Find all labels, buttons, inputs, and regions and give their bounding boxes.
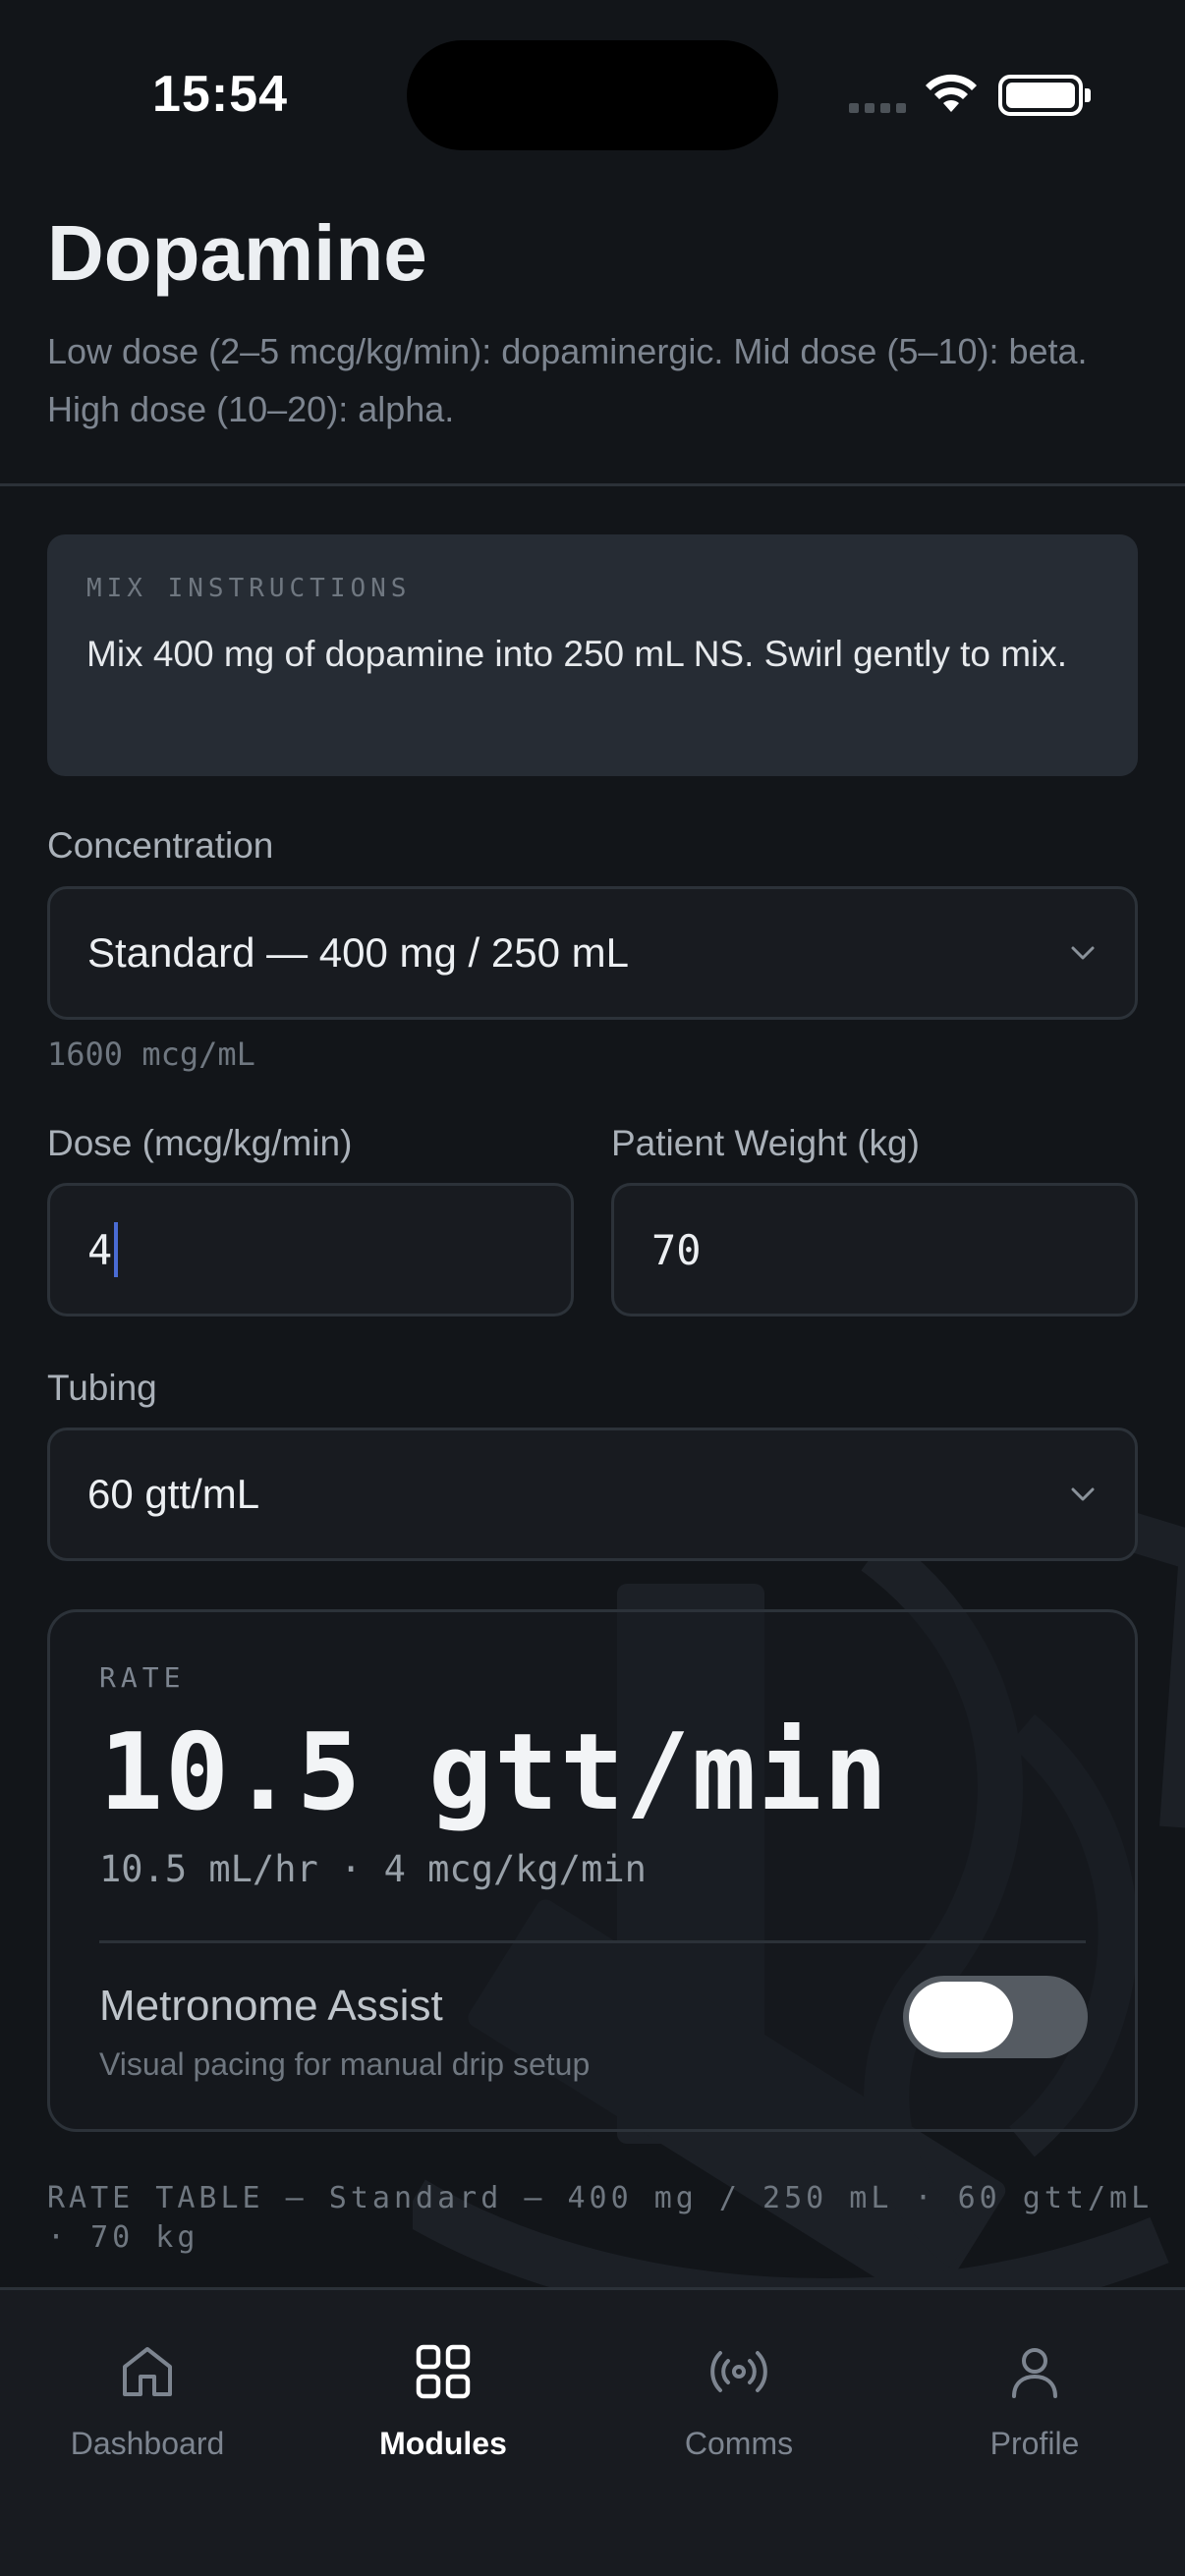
bottom-navigation: Dashboard Modules Comms Profile (0, 2287, 1185, 2576)
header-divider (0, 483, 1185, 486)
weight-input[interactable]: 70 (611, 1183, 1138, 1316)
broadcast-icon (710, 2351, 767, 2392)
home-icon (123, 2347, 172, 2396)
page-subtitle: Low dose (2–5 mcg/kg/min): dopaminergic.… (47, 331, 1088, 429)
nav-label-dashboard: Dashboard (70, 2426, 225, 2461)
battery-icon (998, 75, 1091, 116)
concentration-select[interactable]: Standard — 400 mg / 250 mL (47, 886, 1138, 1020)
tubing-select[interactable]: 60 gtt/mL (47, 1428, 1138, 1561)
chevron-down-icon (1071, 946, 1095, 960)
grid-icon (416, 2344, 471, 2399)
cellular-signal-icon (849, 103, 906, 113)
page-title: Dopamine (47, 209, 427, 297)
dose-input[interactable]: 4 (47, 1183, 574, 1316)
nav-label-modules: Modules (379, 2426, 507, 2461)
text-caret (114, 1222, 119, 1277)
tubing-value: 60 gtt/mL (87, 1471, 260, 1517)
mix-instructions-label: MIX INSTRUCTIONS (86, 574, 412, 603)
dose-label: Dose (mcg/kg/min) (47, 1123, 353, 1163)
chevron-down-icon (1071, 1487, 1095, 1501)
mix-instructions-text: Mix 400 mg of dopamine into 250 mL NS. S… (86, 634, 1068, 674)
rate-card: RATE 10.5 gtt/min 10.5 mL/hr · 4 mcg/kg/… (47, 1609, 1138, 2132)
nav-label-profile: Profile (989, 2426, 1080, 2461)
concentration-hint: 1600 mcg/mL (47, 1036, 255, 1073)
nav-item-comms[interactable]: Comms (592, 2339, 886, 2462)
weight-label: Patient Weight (kg) (611, 1123, 920, 1163)
wifi-icon (926, 74, 977, 112)
nav-item-profile[interactable]: Profile (887, 2339, 1182, 2462)
dynamic-island (407, 40, 778, 150)
nav-item-dashboard[interactable]: Dashboard (0, 2339, 295, 2462)
concentration-label: Concentration (47, 825, 274, 866)
metronome-toggle[interactable] (903, 1976, 1088, 2058)
nav-label-comms: Comms (684, 2426, 794, 2461)
mix-instructions-card: MIX INSTRUCTIONS Mix 400 mg of dopamine … (47, 534, 1138, 776)
weight-value: 70 (651, 1225, 702, 1274)
rate-subtext: 10.5 mL/hr · 4 mcg/kg/min (99, 1848, 647, 1890)
status-bar: 15:54 (0, 0, 1185, 187)
rate-divider (99, 1940, 1086, 1943)
rate-table-label: RATE TABLE — Standard — 400 mg / 250 mL … (47, 2181, 1154, 2255)
metronome-subtitle: Visual pacing for manual drip setup (99, 2046, 591, 2082)
tubing-label: Tubing (47, 1368, 157, 1408)
rate-label: RATE (99, 1661, 186, 1694)
toggle-knob (909, 1982, 1013, 2052)
metronome-title: Metronome Assist (99, 1982, 443, 2030)
status-time: 15:54 (152, 66, 288, 123)
person-icon (1012, 2348, 1057, 2398)
nav-item-modules[interactable]: Modules (296, 2339, 591, 2462)
dose-value: 4 (87, 1225, 113, 1274)
rate-value: 10.5 gtt/min (99, 1711, 890, 1834)
concentration-value: Standard — 400 mg / 250 mL (87, 929, 629, 976)
